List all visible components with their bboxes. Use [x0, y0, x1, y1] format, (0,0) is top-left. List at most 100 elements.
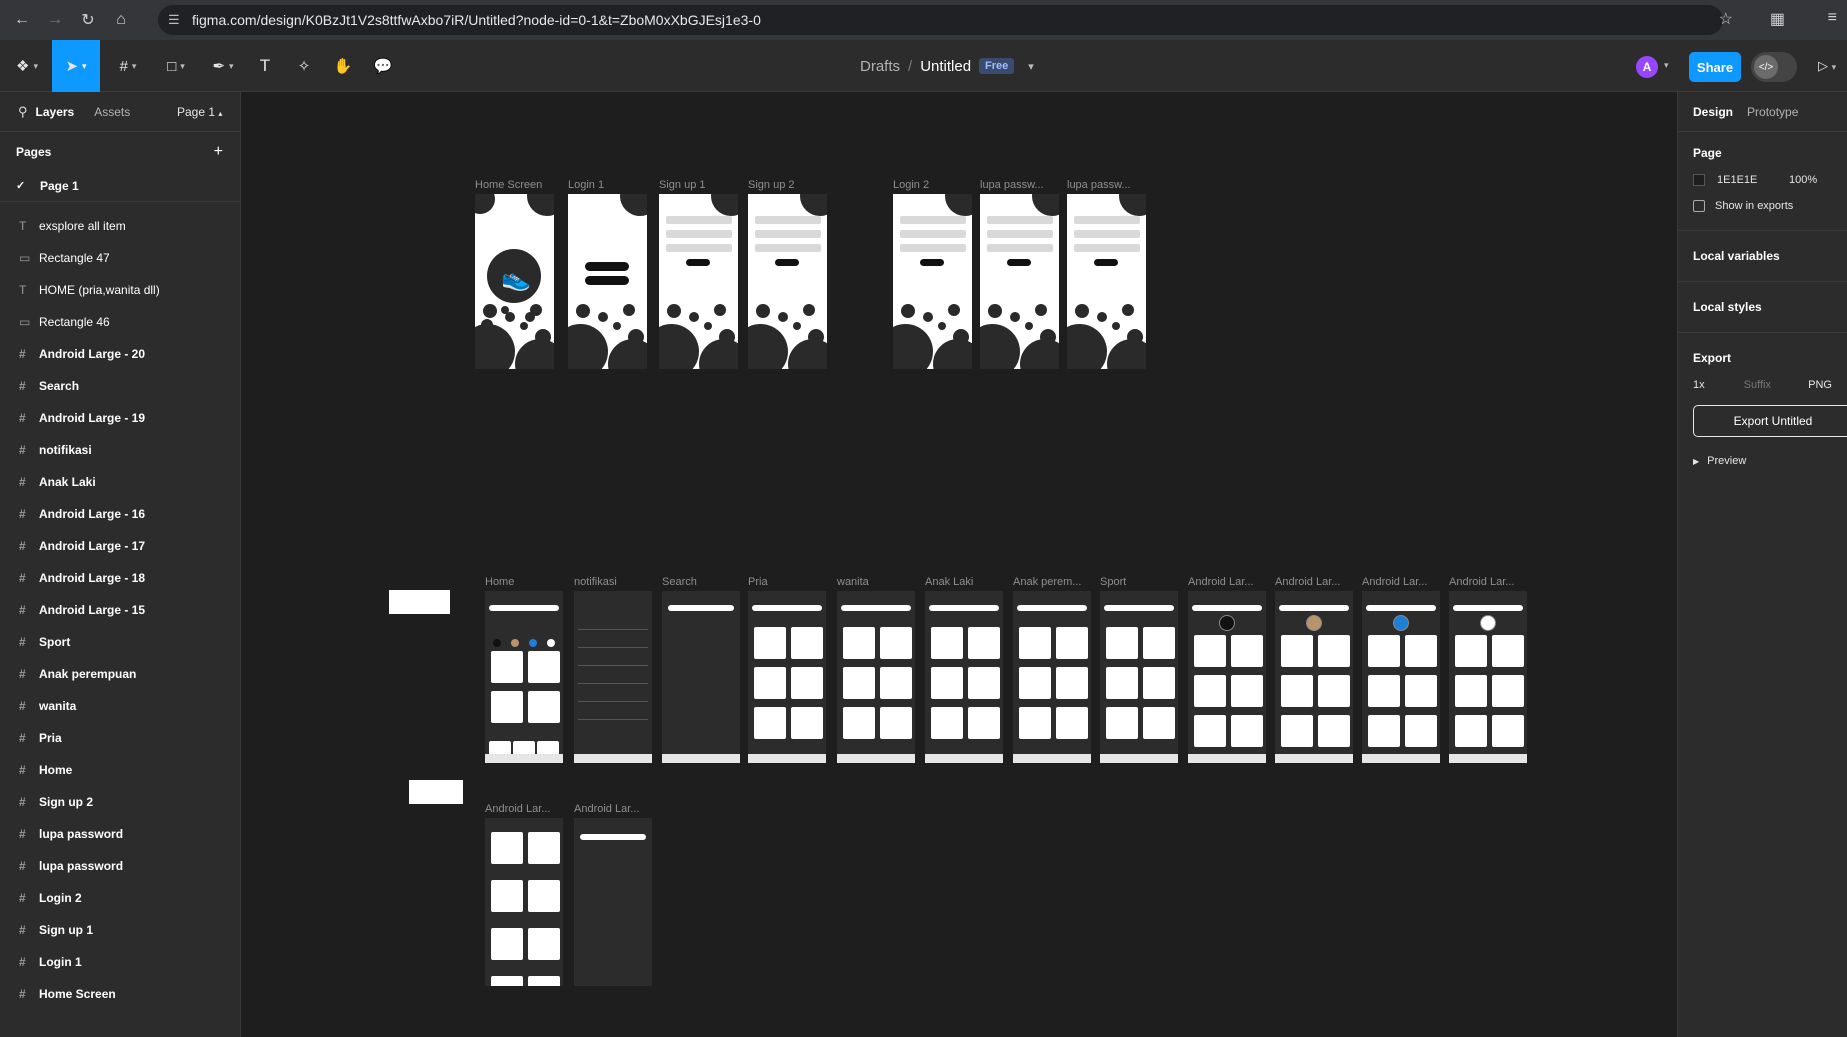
dev-mode-toggle[interactable]: </> — [1751, 52, 1797, 82]
frame-tool-icon[interactable]: # ▾ — [112, 50, 144, 82]
mobile-frame[interactable] — [1013, 591, 1091, 763]
frame-label[interactable]: Android Lar... — [1449, 576, 1514, 588]
mobile-frame[interactable] — [485, 818, 563, 986]
layer-item[interactable]: # Android Large - 20 — [0, 338, 240, 370]
mobile-frame[interactable] — [1067, 194, 1146, 369]
show-in-exports-checkbox[interactable] — [1693, 200, 1705, 212]
reload-icon[interactable]: ↻ — [77, 9, 99, 31]
text-tool-icon[interactable]: T — [255, 50, 275, 82]
file-title[interactable]: Untitled — [920, 58, 971, 75]
layer-item[interactable]: ▭ Rectangle 46 — [0, 306, 240, 338]
layer-item[interactable]: # Sign up 1 — [0, 914, 240, 946]
export-scale[interactable]: 1x — [1693, 379, 1744, 391]
mobile-frame[interactable] — [662, 591, 740, 763]
home-icon[interactable]: ⌂ — [110, 9, 132, 31]
extensions-icon[interactable]: ▦ — [1770, 9, 1785, 29]
layer-item[interactable]: # Android Large - 17 — [0, 530, 240, 562]
layer-item[interactable]: # Pria — [0, 722, 240, 754]
mobile-frame[interactable] — [574, 591, 652, 763]
address-bar[interactable]: ☰ figma.com/design/K0BzJt1V2s8ttfwAxbo7i… — [158, 5, 1723, 35]
layer-item[interactable]: # wanita — [0, 690, 240, 722]
shape-tool-icon[interactable]: □ ▾ — [160, 50, 192, 82]
mobile-frame[interactable] — [659, 194, 738, 369]
mobile-frame[interactable] — [1188, 591, 1266, 763]
layer-item[interactable]: Texsplore all item — [0, 210, 240, 242]
layer-item[interactable]: # Anak perempuan — [0, 658, 240, 690]
layer-item[interactable]: # Home — [0, 754, 240, 786]
mobile-frame[interactable]: 👟 — [475, 194, 554, 369]
frame-label[interactable]: notifikasi — [574, 576, 617, 588]
design-canvas[interactable]: Home Screen 👟 Login 1 Sign up 1 Sign up 2 Log… — [241, 92, 1677, 1037]
mobile-frame[interactable] — [1362, 591, 1440, 763]
main-menu-icon[interactable]: ❖ ▾ — [12, 50, 42, 82]
comment-tool-icon[interactable]: 💬 — [373, 50, 393, 82]
pen-tool-icon[interactable]: ✒ ▾ — [207, 50, 239, 82]
mobile-frame[interactable] — [568, 194, 647, 369]
page-item-1[interactable]: ✓ Page 1 — [0, 172, 240, 202]
frame-label[interactable]: Android Lar... — [574, 803, 639, 815]
back-icon[interactable]: ← — [11, 9, 33, 31]
tab-assets[interactable]: Assets — [94, 105, 130, 119]
search-icon[interactable]: ⚲ — [18, 104, 28, 120]
page-selector[interactable]: Page 1 ▴ — [177, 105, 222, 119]
show-in-exports-row[interactable]: Show in exports — [1693, 200, 1832, 212]
chevron-down-icon[interactable]: ▾ — [1028, 60, 1034, 73]
mobile-frame[interactable] — [1275, 591, 1353, 763]
layer-item[interactable]: # Login 1 — [0, 946, 240, 978]
resources-icon[interactable]: ✧ — [294, 50, 314, 82]
background-fill-row[interactable]: 1E1E1E 100% — [1693, 174, 1832, 186]
export-suffix[interactable]: Suffix — [1744, 379, 1808, 391]
mobile-frame[interactable] — [748, 591, 826, 763]
mobile-frame[interactable] — [574, 818, 652, 986]
move-tool-icon[interactable]: ➤ ▾ — [52, 40, 100, 92]
frame-label[interactable]: Home Screen — [475, 179, 542, 191]
layer-item[interactable]: # Anak Laki — [0, 466, 240, 498]
frame-label[interactable]: Android Lar... — [1275, 576, 1340, 588]
frame-label[interactable]: lupa passw... — [980, 179, 1044, 191]
background-opacity[interactable]: 100% — [1789, 174, 1817, 186]
bookmark-star-icon[interactable]: ☆ — [1719, 9, 1733, 29]
present-icon[interactable]: ▷ ▾ — [1818, 58, 1836, 74]
layer-item[interactable]: ▭ Rectangle 47 — [0, 242, 240, 274]
preview-toggle[interactable]: ▶ Preview — [1693, 455, 1832, 467]
tab-design[interactable]: Design — [1693, 105, 1733, 119]
mobile-frame[interactable] — [748, 194, 827, 369]
layer-item[interactable]: # lupa password — [0, 818, 240, 850]
frame-label[interactable]: lupa passw... — [1067, 179, 1131, 191]
export-format[interactable]: PNG — [1808, 379, 1832, 391]
layer-item[interactable]: # Android Large - 16 — [0, 498, 240, 530]
frame-label[interactable]: Anak Laki — [925, 576, 973, 588]
frame-label[interactable]: Login 2 — [893, 179, 929, 191]
layer-item[interactable]: # Sport — [0, 626, 240, 658]
background-swatch[interactable] — [1693, 174, 1705, 186]
hand-tool-icon[interactable]: ✋ — [333, 50, 353, 82]
layer-item[interactable]: # Android Large - 18 — [0, 562, 240, 594]
share-button[interactable]: Share — [1689, 52, 1741, 82]
frame-label[interactable]: wanita — [837, 576, 869, 588]
add-page-icon[interactable]: + — [214, 143, 223, 161]
mobile-frame[interactable] — [980, 194, 1059, 369]
export-button[interactable]: Export Untitled — [1693, 405, 1847, 437]
layer-item[interactable]: # Login 2 — [0, 882, 240, 914]
layer-item[interactable]: # Android Large - 15 — [0, 594, 240, 626]
frame-label[interactable]: Pria — [748, 576, 768, 588]
frame-label[interactable]: Android Lar... — [1362, 576, 1427, 588]
site-info-icon[interactable]: ☰ — [168, 12, 184, 28]
layer-item[interactable]: # Sign up 2 — [0, 786, 240, 818]
mobile-frame[interactable] — [925, 591, 1003, 763]
frame-label[interactable]: Login 1 — [568, 179, 604, 191]
avatar[interactable]: A — [1636, 56, 1658, 78]
avatar-chevron-icon[interactable]: ▾ — [1664, 60, 1669, 71]
frame-label[interactable]: Home — [485, 576, 514, 588]
layer-item[interactable]: # notifikasi — [0, 434, 240, 466]
layer-item[interactable]: # Android Large - 19 — [0, 402, 240, 434]
forward-icon[interactable]: → — [44, 9, 66, 31]
frame-label[interactable]: Android Lar... — [485, 803, 550, 815]
tab-layers[interactable]: Layers — [36, 105, 75, 119]
local-styles-section[interactable]: Local styles — [1678, 282, 1847, 333]
background-hex[interactable]: 1E1E1E — [1717, 174, 1789, 186]
layer-item[interactable]: # Home Screen — [0, 978, 240, 1010]
reading-list-icon[interactable]: ≡ — [1828, 9, 1837, 27]
breadcrumb-drafts[interactable]: Drafts — [860, 58, 900, 75]
mobile-frame[interactable] — [1449, 591, 1527, 763]
